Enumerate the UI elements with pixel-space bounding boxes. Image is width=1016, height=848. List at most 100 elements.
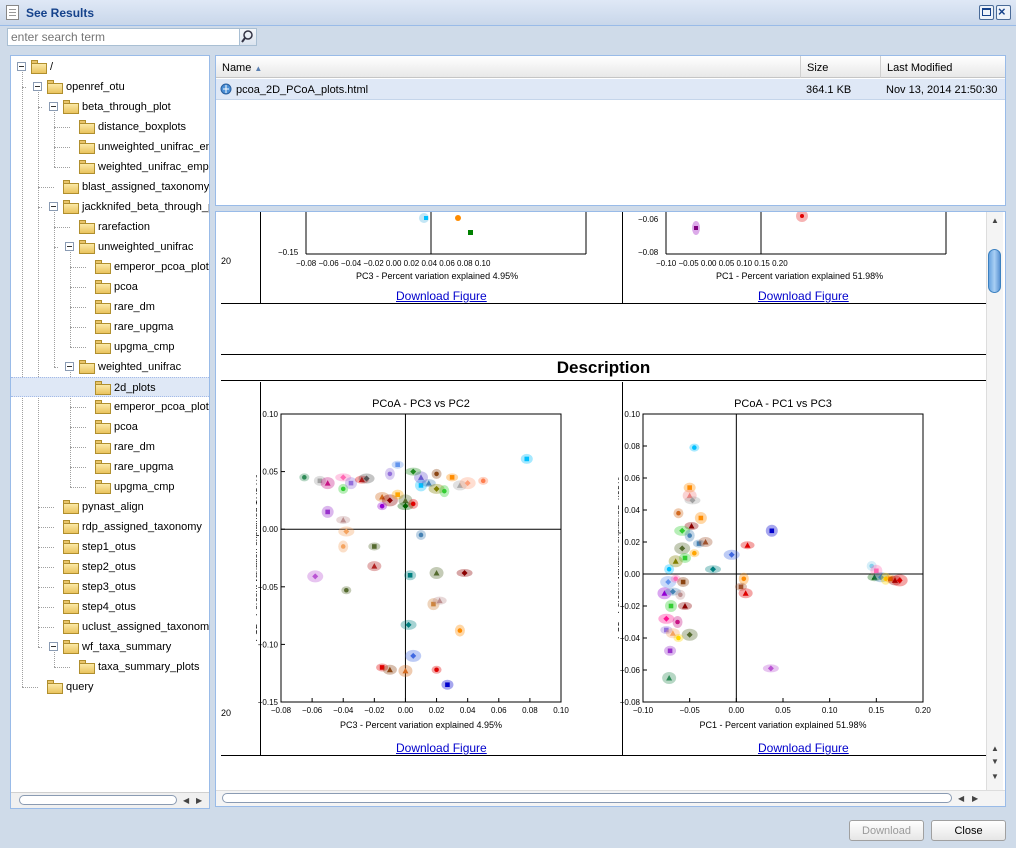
collapse-icon[interactable] [33, 82, 42, 91]
tree-node[interactable]: jackknifed_beta_through_p [11, 197, 209, 217]
collapse-icon[interactable] [65, 242, 74, 251]
tree-node[interactable]: openref_otu [11, 77, 209, 97]
tree-node[interactable]: upgma_cmp [11, 337, 209, 357]
tree-node-label: unweighted_unifrac_em [98, 141, 210, 153]
tree-node[interactable]: blast_assigned_taxonomy [11, 177, 209, 197]
column-size[interactable]: Size [801, 56, 881, 78]
tree-node[interactable]: rare_upgma [11, 457, 209, 477]
data-point [687, 533, 692, 538]
tree-node[interactable]: pcoa [11, 417, 209, 437]
tree-node[interactable]: step1_otus [11, 537, 209, 557]
scroll-up-arrow-icon[interactable]: ▲ [991, 744, 999, 753]
tree-node[interactable]: emperor_pcoa_plots [11, 397, 209, 417]
collapse-icon[interactable] [49, 202, 58, 211]
left-edge-label: 20 [221, 708, 232, 718]
preview-hscroll-thumb[interactable] [222, 793, 952, 803]
collapse-icon[interactable] [65, 362, 74, 371]
scroll-right-arrow-icon[interactable]: ▶ [972, 794, 978, 803]
collapse-icon[interactable] [17, 62, 26, 71]
tree-node[interactable]: unweighted_unifrac_em [11, 137, 209, 157]
tree-node[interactable]: 2d_plots [11, 377, 209, 397]
x-tick-label: 0.06 [491, 706, 507, 715]
tree-node-label: 2d_plots [114, 382, 156, 394]
tree-node[interactable]: rare_dm [11, 297, 209, 317]
tree-node[interactable]: upgma_cmp [11, 477, 209, 497]
scroll-up-arrow-icon[interactable]: ▲ [991, 216, 999, 225]
table-row[interactable]: pcoa_2D_PCoA_plots.html 364.1 KB Nov 13,… [216, 79, 1005, 100]
tree-horizontal-scrollbar[interactable]: ◀ ▶ [11, 792, 209, 808]
tree-node[interactable]: rare_upgma [11, 317, 209, 337]
tree-node[interactable]: pcoa [11, 277, 209, 297]
folder-icon [95, 260, 111, 274]
preview-scroll-thumb[interactable] [988, 249, 1001, 293]
file-name: pcoa_2D_PCoA_plots.html [236, 84, 369, 96]
data-point [407, 572, 413, 578]
folder-icon [79, 160, 95, 174]
collapse-icon[interactable] [49, 642, 58, 651]
folder-icon [95, 440, 111, 454]
scroll-down-arrow-icon[interactable]: ▼ [991, 772, 999, 781]
data-point [410, 501, 416, 507]
folder-icon [79, 660, 95, 674]
y-tick-label: 0.10 [624, 410, 640, 419]
download-figure-link[interactable]: Download Figure [758, 741, 849, 755]
scroll-left-arrow-icon[interactable]: ◀ [958, 794, 964, 803]
scroll-down-arrow-icon[interactable]: ▼ [991, 757, 999, 766]
x-tick-label: 0.10 [553, 706, 569, 715]
folder-icon [63, 180, 79, 194]
search-button[interactable] [239, 29, 256, 45]
data-point [340, 544, 346, 549]
tree-node[interactable]: taxa_summary_plots [11, 657, 209, 677]
download-figure-link[interactable]: Download Figure [396, 289, 487, 303]
column-last-modified[interactable]: Last Modified [881, 56, 1005, 78]
tree-node[interactable]: rarefaction [11, 217, 209, 237]
tree-node-label: rare_dm [114, 441, 155, 453]
tree-node[interactable]: weighted_unifrac_empe [11, 157, 209, 177]
tree-node[interactable]: emperor_pcoa_plots [11, 257, 209, 277]
scroll-left-arrow-icon[interactable]: ◀ [183, 796, 189, 805]
tree-node[interactable]: step4_otus [11, 597, 209, 617]
tree-scroll-thumb[interactable] [19, 795, 177, 805]
column-name[interactable]: Name ▲ [216, 56, 801, 78]
tree-node[interactable]: pynast_align [11, 497, 209, 517]
folder-icon [95, 480, 111, 494]
tree-node-label: rdp_assigned_taxonomy [82, 521, 202, 533]
folder-tree: / openref_otu beta_through_plot distance_bo… [10, 55, 210, 809]
tree-node-label: pynast_align [82, 501, 144, 513]
tree-node[interactable]: weighted_unifrac [11, 357, 209, 377]
data-point [698, 515, 704, 521]
data-point [395, 462, 400, 467]
tree-node[interactable]: beta_through_plot [11, 97, 209, 117]
x-tick-label: −0.05 [680, 706, 701, 715]
search-input[interactable] [8, 29, 240, 45]
html-preview: 20 −0.15 −0.08 −0.06 −0.04 −0.02 0.00 0.… [215, 211, 1006, 807]
data-point [676, 635, 681, 641]
tree-node-label: step1_otus [82, 541, 136, 553]
tree-node[interactable]: wf_taxa_summary [11, 637, 209, 657]
data-point [738, 584, 744, 590]
tree-node[interactable]: unweighted_unifrac [11, 237, 209, 257]
tree-node[interactable]: / [11, 57, 209, 77]
download-button[interactable]: Download [849, 820, 924, 841]
y-tick-label: −0.15 [258, 698, 279, 707]
preview-horizontal-scrollbar[interactable]: ◀ ▶ [216, 790, 1005, 806]
scroll-right-arrow-icon[interactable]: ▶ [196, 796, 202, 805]
data-point [325, 509, 330, 515]
close-icon[interactable]: × [996, 4, 1011, 20]
document-icon [6, 5, 19, 20]
download-figure-link[interactable]: Download Figure [396, 741, 487, 755]
tree-node[interactable]: distance_boxplots [11, 117, 209, 137]
tree-node[interactable]: rdp_assigned_taxonomy [11, 517, 209, 537]
tree-node[interactable]: query [11, 677, 209, 697]
chart-title: PCoA - PC1 vs PC3 [734, 398, 832, 410]
tree-node[interactable]: uclust_assigned_taxonomy [11, 617, 209, 637]
collapse-icon[interactable] [49, 102, 58, 111]
close-button[interactable]: Close [931, 820, 1006, 841]
tree-node-label: rare_upgma [114, 461, 174, 473]
maximize-icon[interactable] [979, 5, 994, 20]
tree-node[interactable]: rare_dm [11, 437, 209, 457]
tree-node[interactable]: step3_otus [11, 577, 209, 597]
preview-vertical-scrollbar[interactable]: ▲ ▲ ▼ ▼ [986, 212, 1003, 790]
download-figure-link[interactable]: Download Figure [758, 289, 849, 303]
tree-node[interactable]: step2_otus [11, 557, 209, 577]
